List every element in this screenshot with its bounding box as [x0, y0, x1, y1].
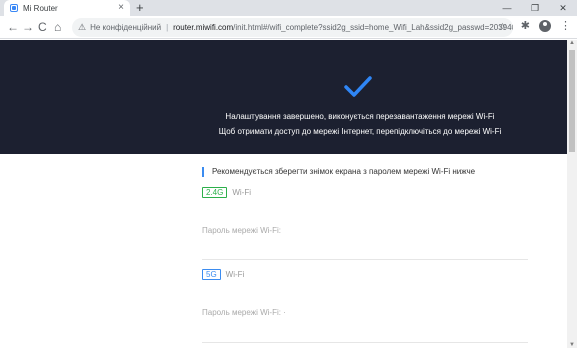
band-5g-label: Wi-Fi [225, 270, 245, 279]
tab-close-icon[interactable]: × [118, 2, 124, 14]
band-5g-password-value: · [283, 308, 286, 317]
band-2g-badge: 2.4G [202, 187, 228, 198]
back-button[interactable]: ← [7, 19, 19, 35]
banner-status-text: Налаштування завершено, виконується пере… [225, 112, 495, 121]
toolbar-actions: ✱ ⋮ [521, 19, 571, 32]
content-heading-wrap: Рекомендується зберегти знімок екрана з … [202, 166, 528, 178]
band-2g-label: Wi-Fi [232, 188, 251, 197]
address-bar[interactable]: ⚠ Не конфіденційний | router.miwifi.com /… [72, 18, 513, 37]
band-5g-password-row: Пароль мережі Wi-Fi: · [202, 308, 286, 317]
profile-avatar-icon[interactable] [539, 19, 551, 32]
browser-toolbar: ← → C ⌂ ⚠ Не конфіденційний | router.miw… [0, 16, 577, 39]
page-scrollbar[interactable]: ▲ ▼ [567, 40, 577, 348]
browser-menu-icon[interactable]: ⋮ [560, 19, 571, 32]
security-label[interactable]: Не конфіденційний [90, 23, 161, 32]
scrollbar-thumb[interactable] [569, 50, 575, 152]
tab-strip: Mi Router × + — ❐ ✕ [0, 0, 577, 16]
new-tab-button[interactable]: + [136, 0, 144, 16]
mi-router-favicon-icon [10, 4, 18, 12]
scroll-up-arrow-icon[interactable]: ▲ [569, 40, 575, 46]
divider [202, 259, 528, 260]
close-window-button[interactable]: ✕ [549, 0, 577, 16]
bookmark-star-icon[interactable]: ☆ [498, 22, 507, 33]
banner-instruction-text: Щоб отримати доступ до мережі Інтернет, … [218, 127, 502, 136]
url-host: router.miwifi.com [173, 23, 234, 32]
url-path: /init.html#/wifi_complete?ssid2g_ssid=ho… [233, 23, 513, 32]
page-viewport: Налаштування завершено, виконується пере… [0, 40, 567, 348]
minimize-button[interactable]: — [493, 0, 521, 16]
checkmark-icon [344, 76, 372, 97]
url-separator: | [166, 23, 169, 32]
browser-tab[interactable]: Mi Router × [4, 0, 130, 16]
band-5g-password-label: Пароль мережі Wi-Fi: [202, 308, 281, 317]
band-5g-row: 5G Wi-Fi [202, 269, 244, 280]
band-2g-password-label: Пароль мережі Wi-Fi: [202, 226, 281, 235]
scroll-down-arrow-icon[interactable]: ▼ [569, 342, 575, 348]
extensions-icon[interactable]: ✱ [521, 19, 530, 32]
band-2g-password-row: Пароль мережі Wi-Fi: [202, 226, 281, 235]
tab-title: Mi Router [23, 3, 58, 13]
band-5g-badge: 5G [202, 269, 221, 280]
forward-button[interactable]: → [22, 19, 34, 35]
screenshot-recommendation-heading: Рекомендується зберегти знімок екрана з … [202, 166, 528, 178]
band-2g-row: 2.4G Wi-Fi [202, 187, 251, 198]
home-button[interactable]: ⌂ [54, 19, 61, 35]
setup-complete-banner: Налаштування завершено, виконується пере… [0, 40, 567, 154]
maximize-button[interactable]: ❐ [521, 0, 549, 16]
warning-icon[interactable]: ⚠ [78, 22, 86, 33]
divider [202, 342, 528, 343]
reload-button[interactable]: C [38, 19, 47, 35]
window-controls: — ❐ ✕ [493, 0, 577, 16]
